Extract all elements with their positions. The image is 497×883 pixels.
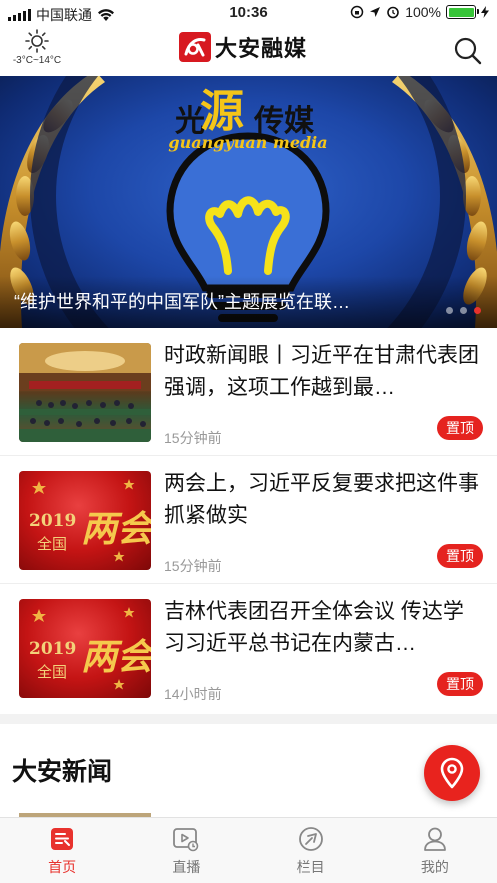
tab-label: 直播	[172, 859, 201, 875]
thumb-word: 全国	[37, 535, 67, 553]
sun-icon	[25, 29, 49, 53]
pinned-badge: 置顶	[437, 672, 483, 696]
carousel-dot[interactable]	[446, 307, 453, 314]
section-title: 大安新闻	[12, 758, 113, 786]
news-title[interactable]: 两会上，习近平反复要求把这件事抓紧做实	[164, 468, 480, 532]
thumb-year: 2019	[29, 511, 76, 531]
alarm-icon	[387, 6, 399, 19]
news-title[interactable]: 时政新闻眼丨习近平在甘肃代表团强调，这项工作越到最…	[164, 340, 480, 404]
live-video-icon	[173, 828, 199, 852]
news-thumbnail	[19, 343, 151, 442]
app-logo: 大安融媒	[179, 31, 307, 63]
columns-icon	[298, 827, 323, 851]
profile-icon	[423, 827, 446, 851]
tab-label: 首页	[48, 859, 77, 875]
news-item[interactable]: 2019 全国 两会 吉林代表团召开全体会议 传达学习习近平总书记在内蒙古… 1…	[0, 584, 497, 714]
thumb-big-text: 两会	[81, 637, 151, 678]
status-bar: 中国联通 10:36 100%	[0, 0, 497, 26]
home-news-icon	[51, 828, 74, 850]
thumb-year: 2019	[29, 639, 76, 659]
tab-label: 我的	[420, 859, 449, 875]
logo-mark-icon	[179, 32, 211, 62]
battery-icon	[446, 5, 479, 19]
battery-percent: 100%	[405, 4, 441, 20]
svg-text:源: 源	[200, 86, 244, 137]
carousel-indicator	[446, 307, 481, 314]
tab-label: 栏目	[296, 859, 325, 875]
news-item[interactable]: 2019 全国 两会 两会上，习近平反复要求把这件事抓紧做实 15分钟前 置顶	[0, 456, 497, 584]
news-item[interactable]: 时政新闻眼丨习近平在甘肃代表团强调，这项工作越到最… 15分钟前 置顶	[0, 328, 497, 456]
thumb-big-text: 两会	[81, 509, 151, 550]
app-header: -3°C~14°C 大安融媒	[0, 26, 497, 76]
tab-home[interactable]: 首页	[0, 818, 124, 883]
news-thumbnail: 2019 全国 两会	[19, 599, 151, 698]
location-pin-icon	[440, 757, 464, 789]
news-list: 时政新闻眼丨习近平在甘肃代表团强调，这项工作越到最… 15分钟前 置顶 2019…	[0, 328, 497, 714]
carousel-dot-active[interactable]	[474, 307, 481, 314]
weather-widget[interactable]: -3°C~14°C	[6, 28, 68, 66]
banner-carousel[interactable]: 光 源 传媒 guangyuan media “维护世界和平的中国军队”主题展览…	[0, 76, 497, 328]
carousel-dot[interactable]	[460, 307, 467, 314]
tab-profile[interactable]: 我的	[373, 818, 497, 883]
news-thumbnail: 2019 全国 两会	[19, 471, 151, 570]
news-time: 14小时前	[164, 686, 222, 702]
banner-caption[interactable]: “维护世界和平的中国军队”主题展览在联…	[0, 276, 497, 328]
location-button[interactable]	[424, 745, 480, 801]
thumb-word: 全国	[37, 663, 67, 681]
tab-columns[interactable]: 栏目	[249, 818, 373, 883]
rotation-lock-icon	[350, 5, 364, 19]
pinned-badge: 置顶	[437, 416, 483, 440]
search-button[interactable]	[451, 34, 485, 68]
search-icon	[454, 37, 482, 65]
news-time: 15分钟前	[164, 430, 222, 446]
tab-live[interactable]: 直播	[124, 818, 248, 883]
charging-icon	[481, 6, 489, 18]
logo-text: 大安融媒	[215, 36, 308, 61]
location-arrow-icon	[370, 7, 381, 17]
pinned-badge: 置顶	[437, 544, 483, 568]
news-title[interactable]: 吉林代表团召开全体会议 传达学习习近平总书记在内蒙古…	[164, 596, 480, 660]
svg-text:guangyuan media: guangyuan media	[168, 133, 327, 152]
weather-temperature: -3°C~14°C	[12, 55, 62, 66]
bottom-tab-bar: 首页 直播 栏目 我的	[0, 817, 497, 883]
news-time: 15分钟前	[164, 558, 222, 574]
section-daan-news: 大安新闻	[0, 724, 497, 817]
